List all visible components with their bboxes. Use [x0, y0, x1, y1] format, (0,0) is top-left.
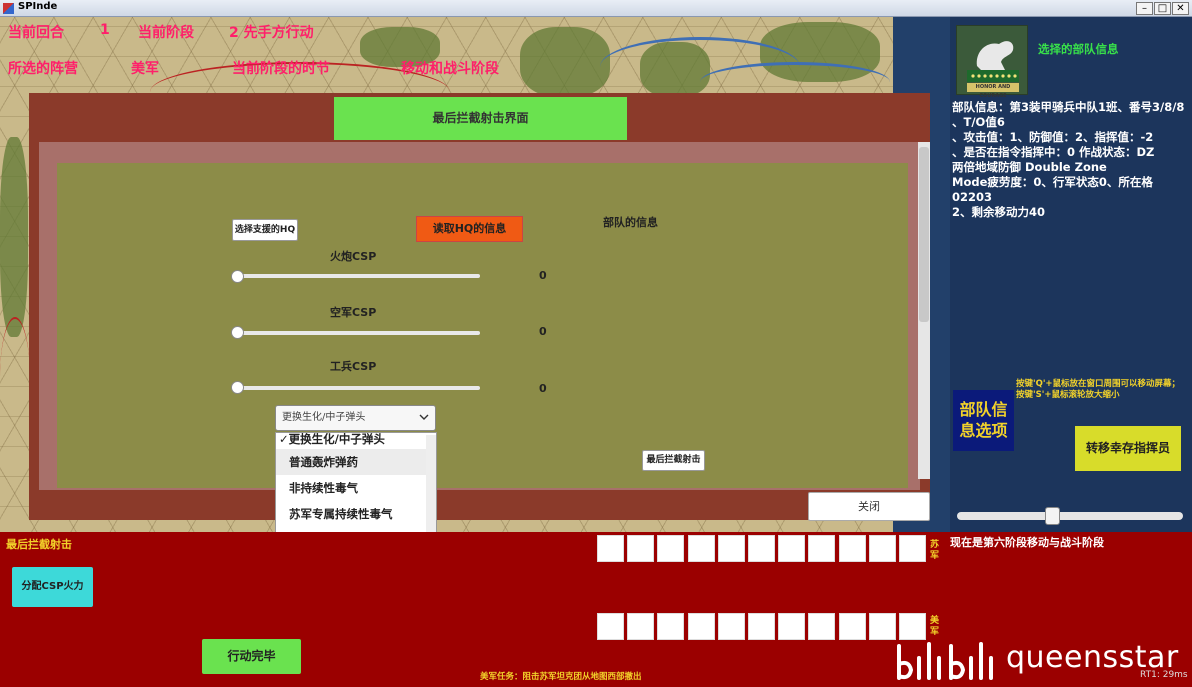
turn-value: 1: [100, 22, 110, 38]
unit-slot[interactable]: [899, 613, 926, 640]
unit-slot[interactable]: [838, 535, 866, 562]
unit-info-line: 、T/O值6: [952, 115, 1005, 129]
unit-slot[interactable]: [808, 535, 836, 562]
unit-slot[interactable]: [868, 535, 896, 562]
unit-slot[interactable]: [899, 535, 926, 562]
air-csp-value: 0: [539, 325, 547, 338]
warhead-option[interactable]: 非持续性毒气: [276, 475, 436, 501]
unit-slot[interactable]: [627, 613, 655, 640]
engineer-csp-label: 工兵CSP: [330, 360, 377, 373]
phase-value: 2 先手方行动: [229, 25, 314, 41]
unit-slot[interactable]: [717, 535, 745, 562]
unit-badge-icon: HONOR AND COURAGE: [956, 25, 1028, 99]
artillery-csp-label: 火炮CSP: [330, 250, 377, 263]
unit-info-title: 选择的部队信息: [1038, 42, 1119, 56]
right-panel: HONOR AND COURAGE 选择的部队信息 部队信息：第3装甲骑兵中队1…: [950, 17, 1192, 532]
window-close-button[interactable]: ✕: [1172, 2, 1189, 15]
select-hq-button[interactable]: 选择支援的HQ: [232, 219, 298, 241]
warhead-select-value: 更换生化/中子弹头: [282, 412, 366, 423]
unit-info-line: 、是否在指令指挥中：0 作战状态：DZ: [952, 145, 1155, 159]
air-csp-knob[interactable]: [231, 326, 244, 339]
unit-slot[interactable]: [687, 535, 715, 562]
options-scrollbar[interactable]: [426, 435, 436, 539]
unit-slot[interactable]: [778, 613, 806, 640]
minimize-button[interactable]: –: [1136, 2, 1153, 15]
segment-label: 当前阶段的时节: [232, 61, 330, 77]
bottom-panel: 最后拦截射击 分配CSP火力 行动完毕 美军任务：阻击苏军坦克团从地图西部撤出 …: [0, 532, 950, 687]
soviet-label: 苏军: [930, 540, 940, 561]
allocate-csp-button[interactable]: 分配CSP火力: [12, 567, 93, 607]
maximize-button[interactable]: □: [1154, 2, 1171, 15]
engineer-csp-knob[interactable]: [231, 381, 244, 394]
phase-label: 当前阶段: [138, 25, 194, 41]
unit-slot[interactable]: [687, 613, 715, 640]
map-forest: [520, 27, 610, 97]
turn-label: 当前回合: [8, 25, 64, 41]
unit-slot[interactable]: [808, 613, 836, 640]
bilibili-logo-icon: [893, 638, 1013, 683]
unit-slot[interactable]: [778, 535, 806, 562]
unit-info-line: 、攻击值：1、防御值：2、指挥值：-2: [952, 130, 1154, 144]
mission-text: 美军任务：阻击苏军坦克团从地图西部撤出: [480, 672, 642, 682]
read-hq-button[interactable]: 读取HQ的信息: [416, 216, 523, 242]
camp-value: 美军: [131, 61, 159, 77]
warhead-option[interactable]: 普通轰炸弹药: [276, 449, 436, 475]
dialog-close-button[interactable]: 关闭: [808, 492, 930, 521]
unit-slot[interactable]: [627, 535, 655, 562]
segment-value: 移动和战斗阶段: [401, 61, 499, 77]
dialog-title: 最后拦截射击界面: [334, 97, 627, 140]
unit-info-line: 2、剩余移动力40: [952, 205, 1046, 219]
artillery-csp-knob[interactable]: [231, 270, 244, 283]
air-csp-label: 空军CSP: [330, 306, 377, 319]
warhead-option[interactable]: ✓更换生化/中子弹头: [276, 433, 436, 449]
phase-status-text: 现在是第六阶段移动与战斗阶段: [950, 536, 1104, 549]
unit-info-line: 部队信息：第3装甲骑兵中队1班、番号3/8/8: [952, 100, 1185, 114]
unit-slot[interactable]: [868, 613, 896, 640]
unit-slot[interactable]: [657, 613, 685, 640]
unit-slot[interactable]: [597, 613, 624, 640]
transfer-commander-button[interactable]: 转移幸存指挥员: [1075, 426, 1181, 471]
zoom-slider-track[interactable]: [957, 512, 1183, 520]
air-csp-slider[interactable]: [236, 331, 480, 335]
map-road: [0, 317, 30, 437]
unit-slot[interactable]: [597, 535, 624, 562]
unit-slot[interactable]: [838, 613, 866, 640]
final-fire-button[interactable]: 最后拦截射击: [642, 450, 705, 471]
us-label: 美军: [930, 616, 940, 637]
warhead-options-list: ✓更换生化/中子弹头 普通轰炸弹药 非持续性毒气 苏军专属持续性毒气 中子弹头: [275, 432, 437, 542]
dialog-scrollbar-thumb[interactable]: [919, 147, 929, 322]
unit-slot[interactable]: [657, 535, 685, 562]
window-title: SPInde: [18, 1, 58, 12]
warhead-select[interactable]: 更换生化/中子弹头: [275, 405, 436, 431]
unit-options-button[interactable]: 部队信息选项: [953, 390, 1014, 451]
final-fire-status-label: 最后拦截射击: [6, 538, 72, 551]
app-icon: [3, 3, 14, 14]
window-titlebar: SPInde – □ ✕: [0, 0, 1192, 17]
badge-motto: HONOR AND COURAGE: [975, 84, 1011, 99]
unit-info-label: 部队的信息: [603, 216, 658, 229]
camp-label: 所选的阵营: [8, 61, 78, 77]
unit-slot[interactable]: [748, 613, 775, 640]
unit-slot[interactable]: [717, 613, 745, 640]
unit-info-text: 部队信息：第3装甲骑兵中队1班、番号3/8/8 、T/O值6 、攻击值：1、防御…: [952, 100, 1192, 220]
engineer-csp-slider[interactable]: [236, 386, 480, 390]
warhead-option[interactable]: 苏军专属持续性毒气: [276, 501, 436, 527]
zoom-slider-knob[interactable]: [1044, 507, 1060, 525]
artillery-csp-slider[interactable]: [236, 274, 480, 278]
unit-info-line: Mode疲劳度：0、行军状态0、所在格02203: [952, 175, 1153, 204]
check-icon: ✓: [279, 432, 289, 446]
keyboard-hint: 按键'Q'+鼠标放在窗口周围可以移动屏幕；按键'S'+鼠标滚轮放大缩小: [1016, 379, 1181, 400]
artillery-csp-value: 0: [539, 269, 547, 282]
map-forest: [0, 137, 28, 337]
watermark-text: queensstar: [1006, 640, 1179, 675]
dialog-content: [57, 163, 908, 488]
action-complete-button[interactable]: 行动完毕: [202, 639, 301, 674]
unit-info-line: 两倍地域防御 Double Zone: [952, 160, 1107, 174]
unit-slot[interactable]: [748, 535, 775, 562]
engineer-csp-value: 0: [539, 382, 547, 395]
